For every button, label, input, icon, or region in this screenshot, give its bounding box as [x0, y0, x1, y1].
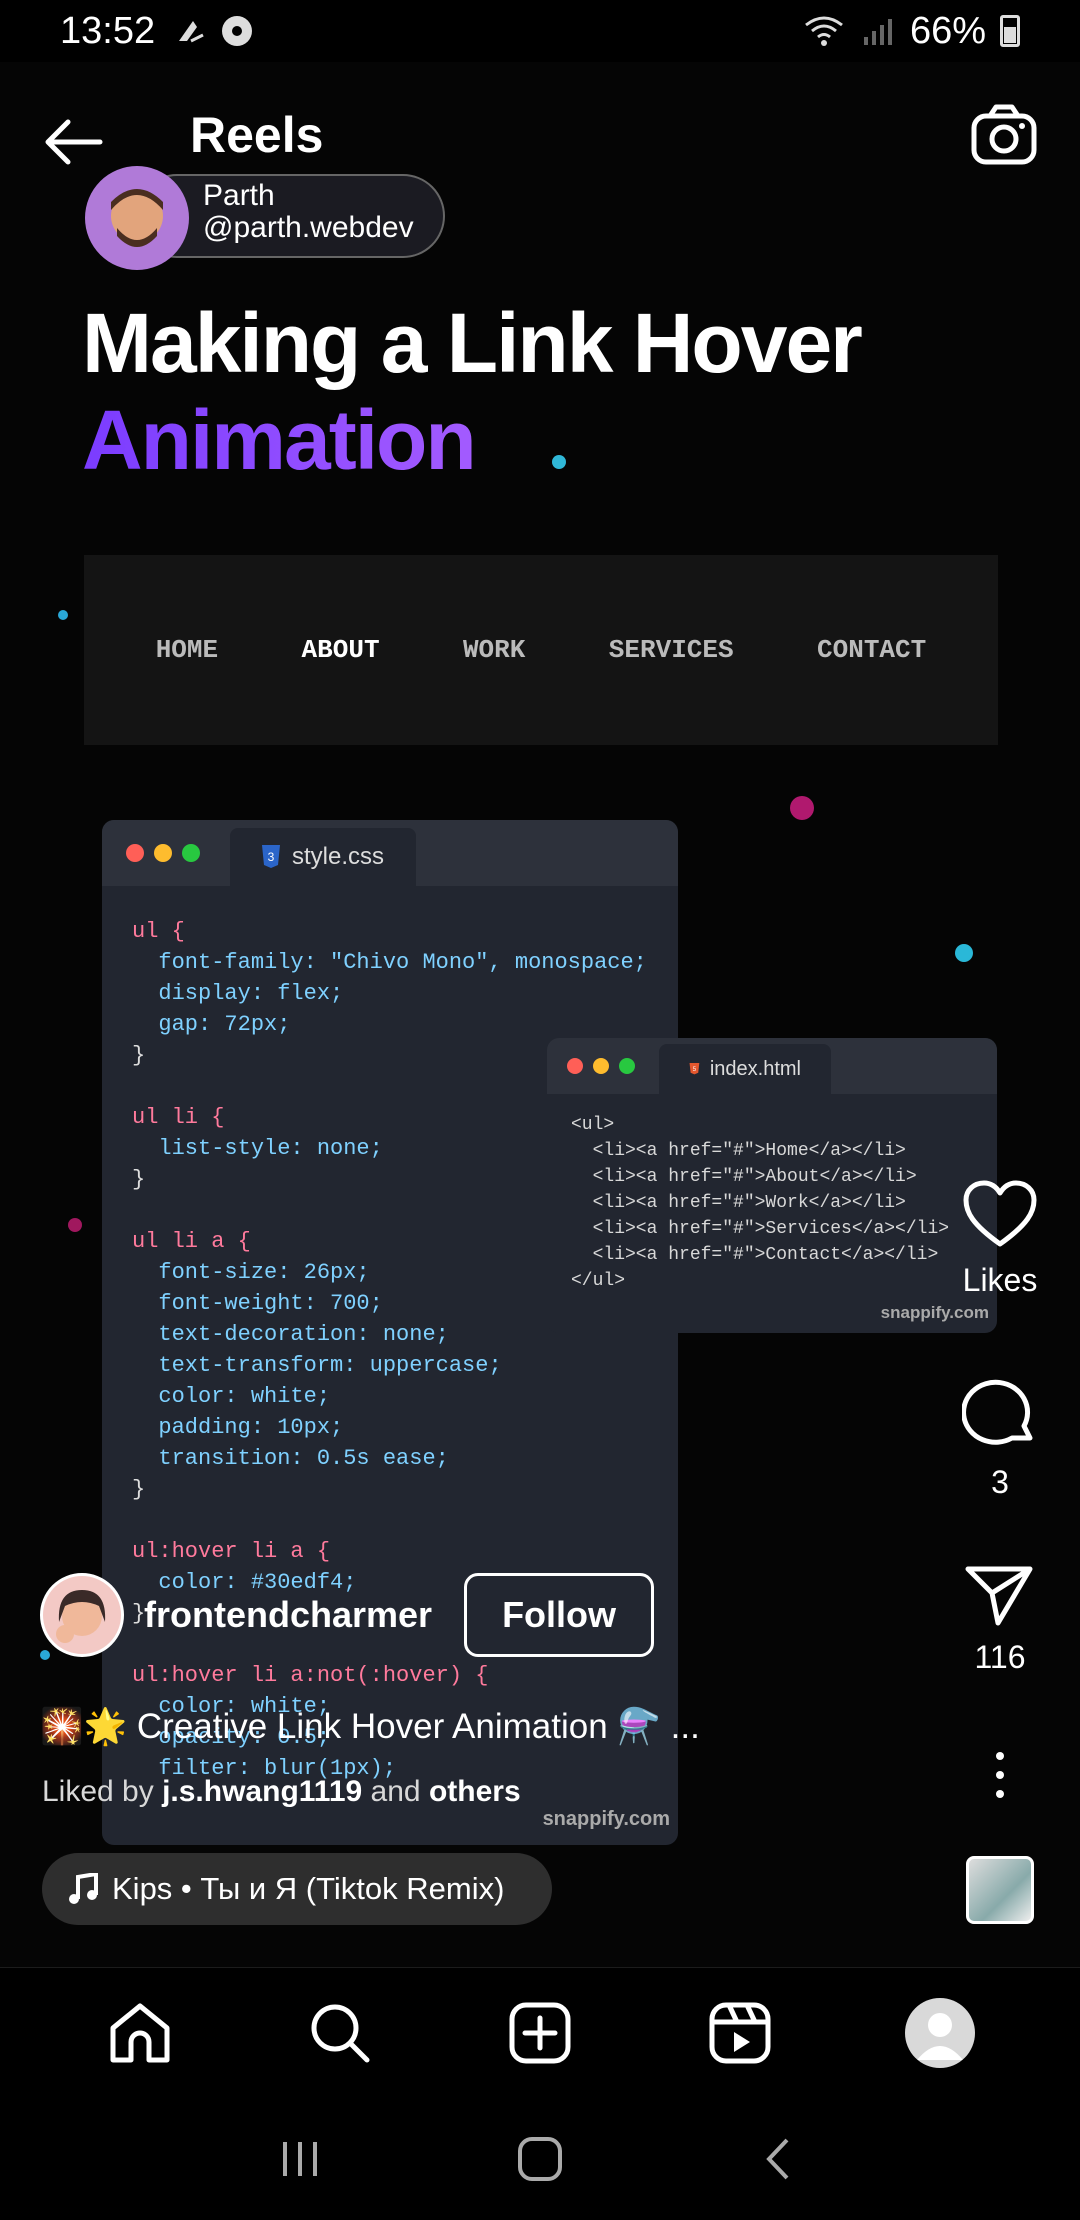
post-username[interactable]: frontendcharmer — [144, 1594, 432, 1636]
liked-others[interactable]: others — [429, 1775, 521, 1808]
code-line: gap: 72px; — [132, 1012, 291, 1037]
code-line: } — [132, 1477, 146, 1502]
system-navigation-bar — [0, 2097, 1080, 2220]
tab-create[interactable] — [500, 1993, 580, 2073]
window-titlebar: 3 style.css — [102, 820, 678, 886]
home-icon — [110, 2003, 170, 2062]
window-titlebar: 5 index.html — [547, 1038, 997, 1094]
svg-text:3: 3 — [268, 850, 275, 864]
likes-label: Likes — [962, 1262, 1038, 1298]
tab-search[interactable] — [300, 1993, 380, 2073]
audio-track-name: Kips • Ты и Я (Tiktok Remix) — [112, 1871, 505, 1906]
css-file-tab: 3 style.css — [230, 828, 416, 886]
code-line: font-family: "Chivo Mono", monospace; — [132, 950, 647, 975]
reels-icon — [709, 2002, 771, 2063]
decor-dot — [68, 1218, 82, 1232]
bottom-navigation — [0, 1967, 1080, 2097]
page-title: Reels — [190, 107, 324, 163]
liked-user[interactable]: j.s.hwang1119 — [162, 1775, 362, 1808]
profile-avatar — [905, 1997, 975, 2068]
nav-demo-item: WORK — [462, 635, 526, 665]
code-line: display: flex; — [132, 981, 344, 1006]
code-line: <li><a href="#">Home</a></li> — [571, 1141, 906, 1161]
post-caption[interactable]: 🎇🌟 Creative Link Hover Animation ⚗️ ... — [40, 1706, 700, 1747]
code-line: <ul> — [571, 1115, 615, 1135]
nav-demo-item: SERVICES — [608, 635, 734, 665]
code-line: <li><a href="#">Work</a></li> — [571, 1193, 906, 1213]
decor-dot — [552, 455, 566, 469]
tab-profile[interactable] — [900, 1993, 980, 2073]
search-icon — [311, 2004, 370, 2062]
shares-count: 116 — [974, 1639, 1026, 1675]
nav-demo-item: CONTACT — [817, 635, 927, 665]
battery-percent: 66% — [909, 9, 986, 52]
code-line: color: white; — [132, 1384, 331, 1409]
decor-dot — [58, 610, 68, 620]
snappify-watermark: snappify.com — [880, 1303, 989, 1322]
code-line: text-transform: uppercase; — [132, 1353, 502, 1378]
video-headline-line2: Animation — [82, 393, 477, 487]
code-line: ul:hover li a { — [132, 1539, 331, 1564]
code-line: </ul> — [571, 1271, 626, 1291]
css-code-block: ul { font-family: "Chivo Mono", monospac… — [102, 886, 678, 1814]
notification-dot-icon — [222, 16, 253, 46]
code-line: <li><a href="#">About</a></li> — [571, 1167, 917, 1187]
code-line: <li><a href="#">Contact</a></li> — [571, 1245, 939, 1265]
liked-mid: and — [362, 1775, 429, 1808]
snappify-watermark: snappify.com — [542, 1808, 670, 1830]
add-post-icon — [509, 2002, 571, 2063]
recent-apps-icon[interactable] — [275, 2134, 325, 2184]
status-bar: 13:52 66% — [0, 0, 1080, 62]
css3-icon: 3 — [262, 845, 280, 868]
status-time: 13:52 — [60, 9, 156, 52]
code-line: <li><a href="#">Services</a></li> — [571, 1219, 950, 1239]
signal-icon — [863, 19, 892, 45]
wifi-icon — [805, 16, 843, 46]
liked-by-text[interactable]: Liked by j.s.hwang1119 and others — [42, 1775, 521, 1809]
code-line: padding: 10px; — [132, 1415, 344, 1440]
back-system-icon[interactable] — [755, 2134, 805, 2184]
tab-reels[interactable] — [700, 1993, 780, 2073]
liked-prefix: Liked by — [42, 1775, 163, 1808]
code-line: ul { — [132, 919, 185, 944]
more-vertical-icon — [996, 1752, 1004, 1798]
camera-icon — [971, 104, 1037, 165]
comments-count: 3 — [991, 1464, 1009, 1500]
notification-app-icon — [179, 21, 204, 43]
html5-icon: 5 — [689, 1063, 700, 1075]
heart-icon — [963, 1180, 1037, 1247]
nav-demo-item: HOME — [155, 635, 219, 665]
camera-button[interactable] — [968, 100, 1040, 172]
like-button[interactable]: Likes — [920, 1180, 1080, 1299]
nav-demo-preview: HOME ABOUT WORK SERVICES CONTACT — [84, 555, 998, 745]
tab-home[interactable] — [100, 1993, 180, 2073]
code-line: transition: 0.5s ease; — [132, 1446, 449, 1471]
follow-button[interactable]: Follow — [464, 1573, 655, 1657]
comment-button[interactable]: 3 — [920, 1376, 1080, 1501]
reels-header: Reels — [0, 62, 1080, 212]
html-file-name: index.html — [709, 1057, 801, 1080]
video-headline-line1: Making a Link Hover — [82, 296, 863, 390]
send-icon — [965, 1566, 1033, 1626]
video-creator-handle: @parth.webdev — [203, 211, 414, 244]
audio-track-button[interactable]: Kips • Ты и Я (Tiktok Remix) — [42, 1853, 552, 1925]
post-creator-avatar[interactable] — [40, 1573, 124, 1657]
html-file-tab: 5 index.html — [659, 1044, 831, 1094]
back-button[interactable] — [38, 112, 108, 172]
back-arrow-icon — [45, 119, 103, 165]
comment-icon — [962, 1379, 1033, 1445]
home-system-icon[interactable] — [515, 2134, 565, 2184]
decor-dot — [955, 944, 973, 962]
share-button[interactable]: 116 — [920, 1563, 1080, 1676]
css-file-name: style.css — [292, 843, 385, 870]
post-creator-row: frontendcharmer Follow — [40, 1572, 655, 1658]
battery-icon — [1000, 15, 1020, 47]
audio-thumbnail[interactable] — [966, 1856, 1034, 1924]
code-line: ul:hover li a:not(:hover) { — [132, 1663, 489, 1688]
music-note-icon — [69, 1873, 98, 1904]
nav-demo-item: ABOUT — [301, 635, 380, 665]
more-options-button[interactable] — [920, 1750, 1080, 1800]
decor-dot — [790, 796, 814, 820]
